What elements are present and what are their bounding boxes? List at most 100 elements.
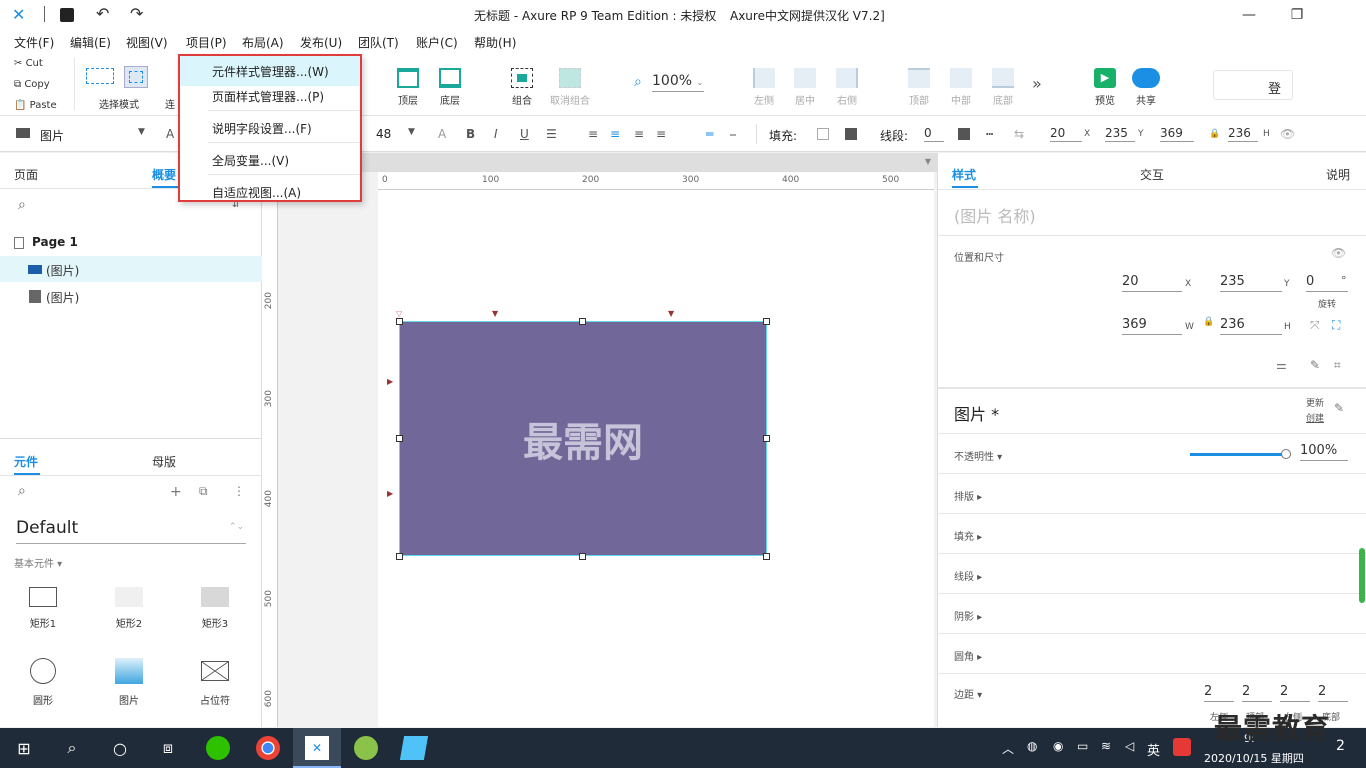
opacity-input[interactable]: 100% <box>1300 443 1348 461</box>
tab-pages[interactable]: 页面 <box>14 166 38 183</box>
menu-publish[interactable]: 发布(U) <box>300 34 342 51</box>
widget-rect3[interactable]: 矩形3 <box>185 587 245 630</box>
menu-help[interactable]: 帮助(H) <box>474 34 516 51</box>
visibility-eye-icon[interactable]: 👁 <box>1331 246 1346 260</box>
resize-handle-ne[interactable] <box>763 318 770 325</box>
fit-icon[interactable]: ⤧ <box>1310 318 1320 333</box>
widget-type-select[interactable]: 图片 <box>40 127 64 144</box>
task-view-icon[interactable]: ⧈ <box>156 736 180 760</box>
section-typography[interactable]: 排版 ▸ <box>938 473 1366 513</box>
aspect-lock-icon[interactable]: 🔒 <box>1209 129 1220 139</box>
side-marker-icon[interactable]: ▶ <box>387 377 393 386</box>
canvas-scroll-arrow[interactable]: ▼ <box>925 157 931 166</box>
stroke-width-input[interactable]: 0 <box>924 126 944 142</box>
menu-item-page-style-manager[interactable]: 页面样式管理器...(P) <box>180 81 360 111</box>
valign-bottom-icon[interactable]: ⎯ <box>730 127 736 142</box>
connect-mode-icon[interactable] <box>86 68 114 84</box>
font-size-arrow[interactable]: ▼ <box>408 127 415 137</box>
tray-network-icon[interactable]: ▭ <box>1077 739 1088 753</box>
maximize-button[interactable]: ❐ <box>1274 0 1320 30</box>
align-text-center-icon[interactable]: ≡ <box>610 127 620 141</box>
arrow-style-icon[interactable]: ⇆ <box>1014 127 1024 141</box>
more-tools-icon[interactable]: » <box>1032 74 1042 93</box>
widget-placeholder[interactable]: 占位符 <box>185 658 245 707</box>
undo-icon[interactable]: ↶ <box>96 4 109 23</box>
inspector-scrollbar[interactable] <box>1359 548 1365 603</box>
outline-item-selected[interactable]: (图片) <box>0 256 262 282</box>
inspector-x-input[interactable]: 20 <box>1122 274 1182 292</box>
create-style-link[interactable]: 创建 <box>1306 411 1324 424</box>
inspector-h-input[interactable]: 236 <box>1220 317 1282 335</box>
widget-circle[interactable]: 圆形 <box>13 658 73 707</box>
h-input[interactable]: 236 <box>1228 126 1258 142</box>
inspector-y-input[interactable]: 235 <box>1220 274 1282 292</box>
minimize-button[interactable]: — <box>1226 0 1272 30</box>
copy-button[interactable]: ⧉ Copy <box>14 79 50 90</box>
opacity-slider[interactable] <box>1190 453 1286 456</box>
chrome-icon[interactable] <box>256 736 280 760</box>
update-style-link[interactable]: 更新 <box>1306 396 1324 409</box>
resize-handle-nw[interactable] <box>396 318 403 325</box>
zoom-select[interactable]: 100% ⌄ <box>652 73 704 92</box>
resize-handle-w[interactable] <box>396 435 403 442</box>
tab-notes[interactable]: 说明 <box>1326 166 1350 183</box>
menu-view[interactable]: 视图(V) <box>126 34 168 51</box>
search-icon[interactable]: ⌕ <box>60 736 84 760</box>
select-mode-icon[interactable] <box>124 66 148 88</box>
library-select[interactable]: Default ⌃⌄ <box>16 518 246 544</box>
image-widget[interactable]: 最需网 <box>399 321 767 556</box>
axure-logo-icon[interactable]: ✕ <box>12 5 30 24</box>
widget-name-input[interactable]: (图片 名称) <box>954 203 1036 227</box>
font-color-icon[interactable]: A <box>438 127 446 141</box>
pen-icon[interactable]: ✎ <box>1310 358 1320 372</box>
align-text-right-icon[interactable]: ≡ <box>634 127 644 141</box>
top-layer-button[interactable]: 顶层 <box>386 68 430 107</box>
adjust-icon[interactable]: ⚌ <box>1276 358 1287 372</box>
redo-icon[interactable]: ↷ <box>130 4 143 23</box>
add-library-icon[interactable]: + <box>170 484 182 500</box>
resize-handle-e[interactable] <box>763 435 770 442</box>
cut-button[interactable]: ✂ Cut <box>14 58 43 69</box>
widget-search-icon[interactable]: ⌕ <box>18 483 26 499</box>
crop-icon[interactable]: ⌗ <box>1334 358 1341 373</box>
login-button[interactable]: 登 <box>1213 70 1293 100</box>
tab-widgets[interactable]: 元件 <box>14 453 38 470</box>
align-center-button[interactable]: 居中 <box>783 68 827 107</box>
save-icon[interactable] <box>60 8 74 22</box>
windows-start-icon[interactable]: ⊞ <box>12 736 36 760</box>
italic-icon[interactable]: I <box>494 127 498 141</box>
corner-marker-icon[interactable]: ▼ <box>492 309 498 318</box>
valign-middle-icon[interactable]: ═ <box>706 127 713 141</box>
clock-date[interactable]: 2020/10/15 星期四 <box>1204 750 1304 766</box>
style-name[interactable]: 图片 * <box>954 401 999 425</box>
opacity-slider-thumb[interactable] <box>1281 449 1291 459</box>
padding-bottom-input[interactable]: 2 <box>1318 684 1348 702</box>
y-input[interactable]: 235 <box>1105 126 1135 142</box>
visibility-icon[interactable]: 👁 <box>1280 127 1295 141</box>
lock-icon[interactable]: 🔒 <box>1203 317 1214 327</box>
library-menu-icon[interactable]: ⧉ <box>199 484 208 499</box>
menu-edit[interactable]: 编辑(E) <box>70 34 111 51</box>
side-marker-icon[interactable]: ▶ <box>387 489 393 498</box>
menu-project[interactable]: 项目(P) <box>186 34 227 51</box>
align-text-justify-icon[interactable]: ≡ <box>656 127 666 141</box>
bullet-list-icon[interactable]: ☰ <box>546 127 557 141</box>
resize-handle-n[interactable] <box>579 318 586 325</box>
align-right-button[interactable]: 右侧 <box>825 68 869 107</box>
section-shadow[interactable]: 阴影 ▸ <box>938 593 1366 633</box>
w-input[interactable]: 369 <box>1160 126 1194 142</box>
preview-button[interactable]: ▶ 预览 <box>1083 68 1127 107</box>
fit-content-icon[interactable]: ⛶ <box>1332 318 1340 333</box>
align-text-left-icon[interactable]: ≡ <box>588 127 598 141</box>
tray-volume-icon[interactable]: ◁ <box>1125 739 1134 753</box>
bottom-layer-button[interactable]: 底层 <box>428 68 472 107</box>
widget-type-arrow[interactable]: ▼ <box>138 127 145 137</box>
corner-marker-icon[interactable]: ▼ <box>668 309 674 318</box>
ungroup-button[interactable]: 取消组合 <box>548 68 592 107</box>
menu-item-note-fields[interactable]: 说明字段设置...(F) <box>180 113 360 143</box>
tray-chevron-icon[interactable]: ︿ <box>1002 740 1014 757</box>
share-button[interactable]: 共享 <box>1124 68 1168 107</box>
bold-icon[interactable]: B <box>466 127 475 141</box>
font-family-select[interactable]: A <box>166 127 174 141</box>
style-edit-icon[interactable]: ✎ <box>1334 401 1344 415</box>
